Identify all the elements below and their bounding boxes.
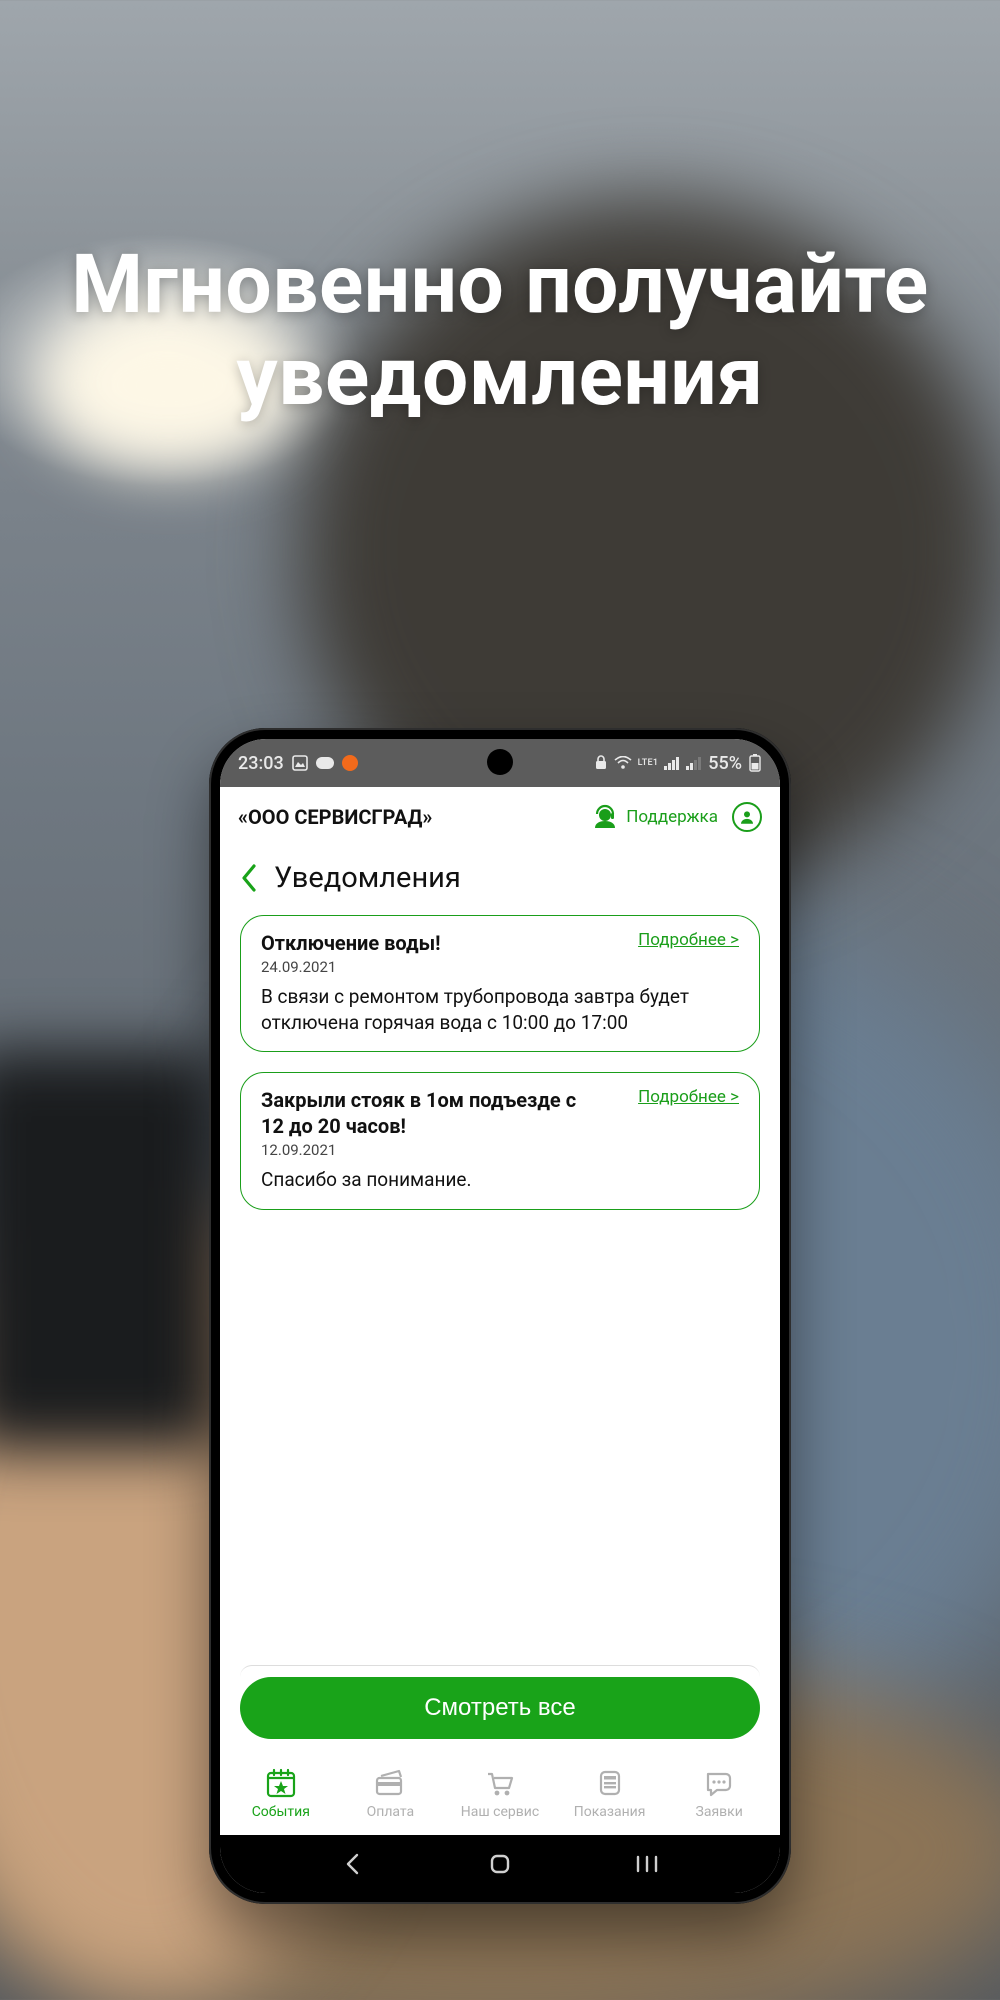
- nav-our-service[interactable]: Наш сервис: [445, 1766, 555, 1820]
- notifications-list: Отключение воды! 24.09.2021 Подробнее > …: [220, 915, 780, 1210]
- notification-date: 12.09.2021: [261, 1141, 601, 1159]
- nav-label: Заявки: [696, 1804, 743, 1820]
- cart-icon: [483, 1766, 517, 1800]
- meter-icon: [593, 1766, 627, 1800]
- notification-body: В связи с ремонтом трубопровода завтра б…: [261, 984, 739, 1035]
- page-title: Уведомления: [274, 861, 461, 895]
- support-label: Поддержка: [626, 807, 718, 827]
- nav-label: Оплата: [367, 1804, 415, 1820]
- android-recents-button[interactable]: [617, 1853, 677, 1875]
- nav-label: Показания: [574, 1804, 646, 1820]
- status-net-label: LTE1: [638, 759, 659, 768]
- notification-title: Отключение воды!: [261, 930, 441, 956]
- notification-more-link[interactable]: Подробнее >: [638, 1087, 739, 1107]
- bg-decor: [0, 1050, 220, 1450]
- notification-date: 24.09.2021: [261, 958, 441, 976]
- screenshot-icon: [292, 755, 308, 771]
- battery-icon: [748, 754, 762, 772]
- camera-cutout: [487, 749, 513, 775]
- signal-icon: [664, 756, 680, 770]
- headset-icon: [592, 804, 618, 830]
- promo-headline: Мгновенно получайте уведомления: [71, 240, 928, 424]
- android-back-button[interactable]: [323, 1851, 383, 1877]
- page-heading-row: Уведомления: [220, 847, 780, 915]
- nav-payment[interactable]: Оплата: [336, 1766, 446, 1820]
- status-orange-dot-icon: [342, 755, 358, 771]
- phone-device-frame: 23:03 LTE1: [209, 728, 791, 1904]
- app-header: «ООО СЕРВИСГРАД» Поддержка: [220, 787, 780, 847]
- notification-card[interactable]: Отключение воды! 24.09.2021 Подробнее > …: [240, 915, 760, 1052]
- chat-icon: [702, 1766, 736, 1800]
- support-button[interactable]: Поддержка: [592, 804, 718, 830]
- nav-label: События: [252, 1804, 310, 1820]
- lock-icon: [594, 755, 608, 771]
- profile-button[interactable]: [732, 802, 762, 832]
- card-icon: [373, 1766, 407, 1800]
- wifi-icon: [614, 756, 632, 770]
- notification-title: Закрыли стояк в 1ом подъезде с 12 до 20 …: [261, 1087, 601, 1139]
- android-nav-bar: [220, 1835, 780, 1893]
- back-button[interactable]: [234, 863, 264, 893]
- cloud-icon: [316, 757, 334, 769]
- calendar-star-icon: [264, 1766, 298, 1800]
- notification-body: Спасибо за понимание.: [261, 1167, 739, 1193]
- org-name: «ООО СЕРВИСГРАД»: [238, 805, 432, 829]
- bottom-nav: События Оплата Наш сервис Показания: [220, 1753, 780, 1835]
- android-home-button[interactable]: [470, 1851, 530, 1877]
- status-time: 23:03: [238, 753, 284, 774]
- android-status-bar: 23:03 LTE1: [220, 739, 780, 787]
- signal-icon-2: [686, 756, 702, 770]
- phone-screen: 23:03 LTE1: [220, 739, 780, 1893]
- view-all-button[interactable]: Смотреть все: [240, 1677, 760, 1739]
- nav-label: Наш сервис: [461, 1804, 539, 1820]
- notification-card[interactable]: Закрыли стояк в 1ом подъезде с 12 до 20 …: [240, 1072, 760, 1210]
- nav-events[interactable]: События: [226, 1766, 336, 1820]
- nav-meters[interactable]: Показания: [555, 1766, 665, 1820]
- nav-requests[interactable]: Заявки: [664, 1766, 774, 1820]
- status-battery-pct: 55%: [708, 753, 742, 774]
- notification-more-link[interactable]: Подробнее >: [638, 930, 739, 950]
- cta-edge: [240, 1665, 760, 1677]
